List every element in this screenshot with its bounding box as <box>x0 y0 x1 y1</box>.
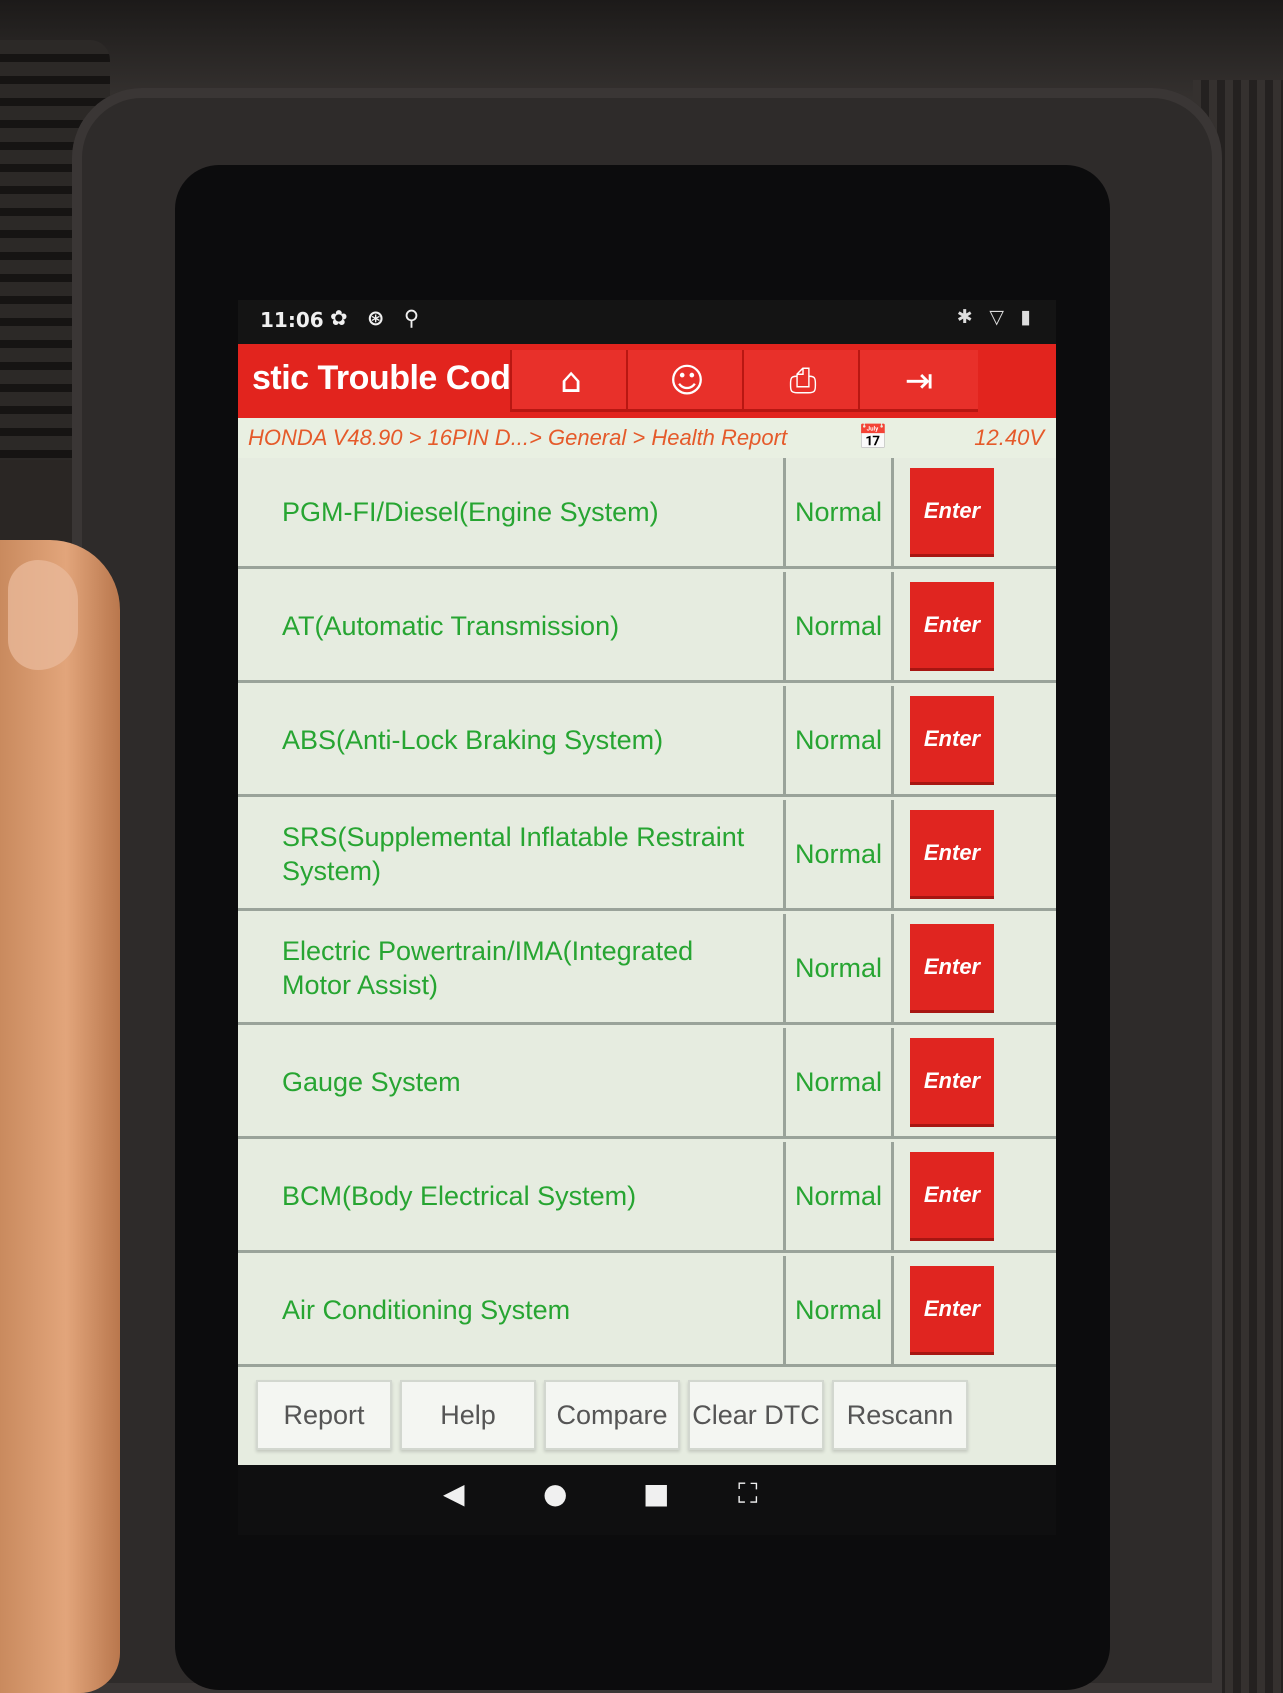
android-nav-bar: ◀ ● ■ ⛶ <box>238 1465 1056 1535</box>
system-status: Normal <box>786 914 894 1022</box>
enter-button[interactable]: Enter <box>910 924 994 1010</box>
clear-dtc-button[interactable]: Clear DTC <box>688 1380 824 1450</box>
exit-icon: ⇥ <box>904 361 934 401</box>
list-item: Air Conditioning System Normal Enter <box>238 1256 1056 1367</box>
list-item: AT(Automatic Transmission) Normal Enter <box>238 572 1056 683</box>
title-bar: stic Trouble Code ⌂ ☺ ⎙ ⇥ <box>238 344 1056 418</box>
enter-button[interactable]: Enter <box>910 1038 994 1124</box>
support-icon: ☺ <box>669 361 705 401</box>
system-name: Gauge System <box>238 1028 786 1136</box>
enter-button[interactable]: Enter <box>910 810 994 896</box>
holding-hand <box>0 540 120 1693</box>
exit-button[interactable]: ⇥ <box>858 350 978 412</box>
breadcrumb: HONDA V48.90 > 16PIN D...> General > Hea… <box>238 418 1056 458</box>
system-status: Normal <box>786 458 894 566</box>
rescan-button[interactable]: Rescann <box>832 1380 968 1450</box>
home-button[interactable]: ⌂ <box>510 350 630 412</box>
home-nav-icon[interactable]: ● <box>543 1477 567 1510</box>
notification-icons: ✿ ⊛ ⚲ <box>330 306 426 330</box>
calendar-icon[interactable]: 📅 <box>858 423 888 452</box>
battery-voltage: 12.40V <box>974 425 1044 450</box>
list-item: PGM-FI/Diesel(Engine System) Normal Ente… <box>238 458 1056 569</box>
system-status: Normal <box>786 1142 894 1250</box>
system-name: PGM-FI/Diesel(Engine System) <box>238 458 786 566</box>
system-status: Normal <box>786 800 894 908</box>
back-icon[interactable]: ◀ <box>443 1477 465 1510</box>
enter-button[interactable]: Enter <box>910 582 994 668</box>
system-name: Electric Powertrain/IMA(Integrated Motor… <box>238 914 786 1022</box>
breadcrumb-path: HONDA V48.90 > 16PIN D...> General > Hea… <box>248 425 788 450</box>
system-status: Normal <box>786 686 894 794</box>
action-bar: Report Help Compare Clear DTC Rescann <box>238 1368 1056 1465</box>
enter-button[interactable]: Enter <box>910 1266 994 1352</box>
list-item: ABS(Anti-Lock Braking System) Normal Ent… <box>238 686 1056 797</box>
system-status-icons: ✱ ▽ ▮ <box>956 306 1036 328</box>
system-name: Air Conditioning System <box>238 1256 786 1364</box>
report-button[interactable]: Report <box>256 1380 392 1450</box>
system-status: Normal <box>786 572 894 680</box>
home-icon: ⌂ <box>560 361 582 401</box>
system-name: AT(Automatic Transmission) <box>238 572 786 680</box>
thumb <box>8 560 78 670</box>
system-status: Normal <box>786 1256 894 1364</box>
system-name: SRS(Supplemental Inflatable Restraint Sy… <box>238 800 786 908</box>
support-button[interactable]: ☺ <box>626 350 746 412</box>
list-item: BCM(Body Electrical System) Normal Enter <box>238 1142 1056 1253</box>
enter-button[interactable]: Enter <box>910 468 994 554</box>
recents-icon[interactable]: ■ <box>643 1477 669 1510</box>
android-status-bar: 11:06 ✿ ⊛ ⚲ ✱ ▽ ▮ <box>238 300 1056 344</box>
system-name: ABS(Anti-Lock Braking System) <box>238 686 786 794</box>
print-button[interactable]: ⎙ <box>742 350 862 412</box>
help-button[interactable]: Help <box>400 1380 536 1450</box>
list-item: Gauge System Normal Enter <box>238 1028 1056 1139</box>
compare-button[interactable]: Compare <box>544 1380 680 1450</box>
system-name: BCM(Body Electrical System) <box>238 1142 786 1250</box>
list-item: Electric Powertrain/IMA(Integrated Motor… <box>238 914 1056 1025</box>
enter-button[interactable]: Enter <box>910 696 994 782</box>
status-time: 11:06 <box>260 308 324 332</box>
system-list[interactable]: PGM-FI/Diesel(Engine System) Normal Ente… <box>238 458 1056 1368</box>
device-screen: 11:06 ✿ ⊛ ⚲ ✱ ▽ ▮ stic Trouble Code ⌂ ☺ … <box>238 300 1056 1535</box>
list-item: SRS(Supplemental Inflatable Restraint Sy… <box>238 800 1056 911</box>
enter-button[interactable]: Enter <box>910 1152 994 1238</box>
screenshot-icon[interactable]: ⛶ <box>738 1477 758 1511</box>
page-title: stic Trouble Code <box>252 359 518 397</box>
print-icon: ⎙ <box>789 361 817 401</box>
system-status: Normal <box>786 1028 894 1136</box>
